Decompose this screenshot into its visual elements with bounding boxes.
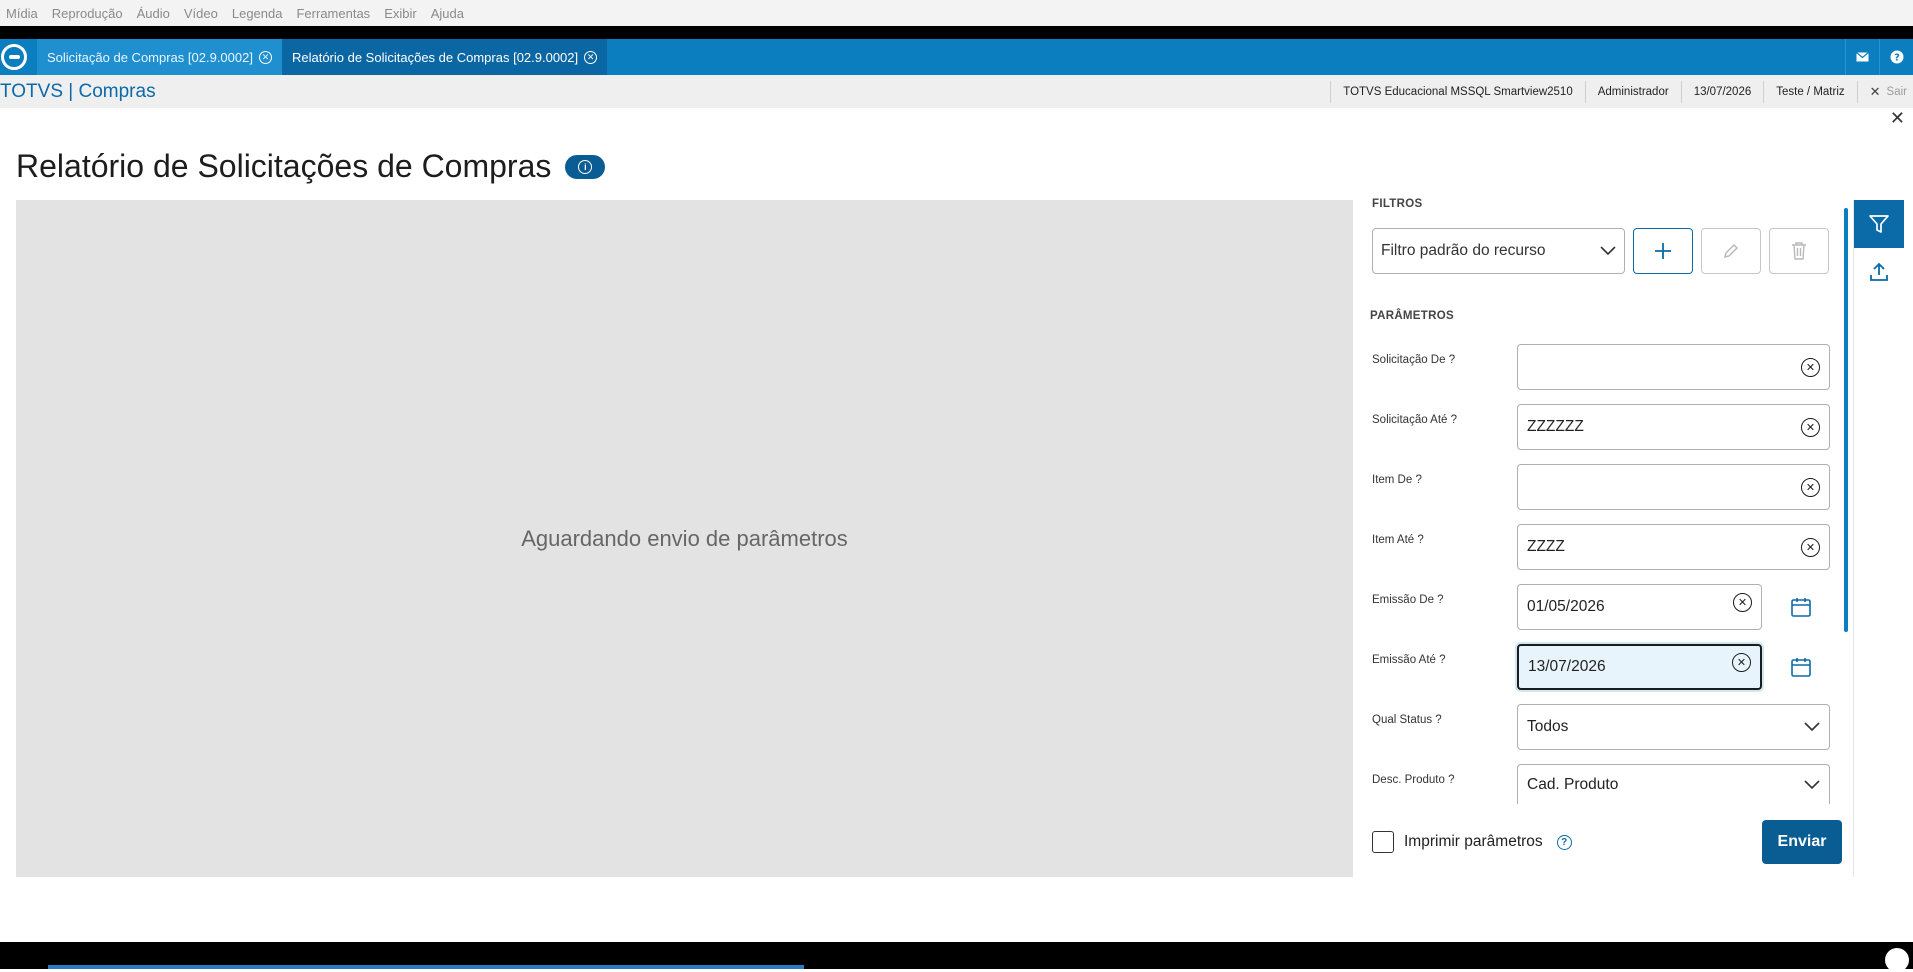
tab-label: Relatório de Solicitações de Compras [02… xyxy=(291,49,579,65)
param-label-emissao-ate: Emissão Até ? xyxy=(1372,654,1446,666)
delete-filter-button[interactable] xyxy=(1769,228,1829,274)
filters-section-title: FILTROS xyxy=(1372,198,1423,210)
menu-exibir[interactable]: Exibir xyxy=(384,6,417,21)
menu-legenda[interactable]: Legenda xyxy=(232,6,283,21)
parameters-section-title: PARÂMETROS xyxy=(1370,310,1454,322)
filter-icon xyxy=(1869,215,1889,233)
panel-footer: Imprimir parâmetros ? Enviar xyxy=(1372,820,1842,864)
preview-message: Aguardando envio de parâmetros xyxy=(521,525,848,551)
close-tab-icon[interactable]: ✕ xyxy=(258,50,272,64)
edit-filter-button[interactable] xyxy=(1701,228,1761,274)
qual-status-select[interactable]: Todos xyxy=(1517,704,1830,750)
param-label-item-ate: Item Até ? xyxy=(1372,534,1424,546)
print-params-checkbox[interactable] xyxy=(1372,831,1394,853)
calendar-icon[interactable] xyxy=(1790,656,1812,678)
tab-bar: Solicitação de Compras [02.9.0002] ✕ Rel… xyxy=(0,39,1913,75)
chat-icon[interactable] xyxy=(1885,948,1909,972)
tab-solicitacao-compras[interactable]: Solicitação de Compras [02.9.0002] ✕ xyxy=(37,39,282,75)
chevron-down-icon xyxy=(1600,246,1616,256)
field-value: Todos xyxy=(1527,718,1569,735)
export-button[interactable] xyxy=(1854,252,1904,292)
clear-icon[interactable]: ✕ xyxy=(1732,652,1751,672)
upload-icon xyxy=(1870,262,1888,281)
menu-ajuda[interactable]: Ajuda xyxy=(431,6,464,21)
svg-text:?: ? xyxy=(1894,53,1900,64)
report-preview: Aguardando envio de parâmetros xyxy=(16,200,1353,877)
field-value: 13/07/2026 xyxy=(1528,658,1606,675)
chevron-down-icon xyxy=(1804,722,1820,732)
totvs-logo-icon[interactable] xyxy=(1,44,27,70)
info-button[interactable]: i xyxy=(565,154,606,179)
black-divider xyxy=(0,26,1913,39)
pencil-icon xyxy=(1723,243,1739,259)
print-params-label: Imprimir parâmetros xyxy=(1404,833,1543,850)
page-title: Relatório de Solicitações de Compras xyxy=(16,148,552,184)
panel-scrollbar[interactable] xyxy=(1844,208,1848,632)
clear-icon[interactable]: ✕ xyxy=(1733,592,1752,612)
field-value: Cad. Produto xyxy=(1527,775,1619,793)
playback-progress[interactable] xyxy=(48,965,804,969)
app-header: TOTVS | Compras TOTVS Educacional MSSQL … xyxy=(0,75,1913,108)
plus-icon xyxy=(1655,243,1671,259)
desc-produto-select[interactable]: Cad. Produto xyxy=(1517,764,1830,804)
emissao-de-input[interactable]: 01/05/2026 ✕ xyxy=(1517,584,1762,630)
page-title-row: Relatório de Solicitações de Compras i xyxy=(16,148,606,185)
param-label-qual-status: Qual Status ? xyxy=(1372,714,1442,726)
tab-label: Solicitação de Compras [02.9.0002] xyxy=(47,49,253,65)
param-label-desc-produto: Desc. Produto ? xyxy=(1372,774,1455,786)
tab-relatorio-solicitacoes[interactable]: Relatório de Solicitações de Compras [02… xyxy=(281,39,608,75)
filter-select[interactable]: Filtro padrão do recurso xyxy=(1372,228,1625,274)
param-label-solicitacao-ate: Solicitação Até ? xyxy=(1372,414,1458,426)
menu-audio[interactable]: Áudio xyxy=(137,6,170,21)
clear-icon[interactable]: ✕ xyxy=(1801,417,1820,437)
branch-label[interactable]: Teste / Matriz xyxy=(1763,80,1856,103)
help-icon[interactable]: ? xyxy=(1556,834,1572,850)
solicitacao-ate-input[interactable]: ZZZZZZ ✕ xyxy=(1517,404,1830,450)
add-filter-button[interactable] xyxy=(1633,228,1693,274)
trash-icon xyxy=(1792,242,1806,260)
close-tab-icon[interactable]: ✕ xyxy=(584,50,598,64)
logout-label: Sair xyxy=(1886,85,1907,98)
side-rail xyxy=(1853,200,1913,877)
environment-label[interactable]: TOTVS Educacional MSSQL Smartview2510 xyxy=(1330,80,1584,103)
submit-button[interactable]: Enviar xyxy=(1762,820,1842,864)
date-label[interactable]: 13/07/2026 xyxy=(1680,80,1764,103)
filter-select-value: Filtro padrão do recurso xyxy=(1381,242,1546,259)
chevron-down-icon xyxy=(1804,779,1820,789)
clear-icon[interactable]: ✕ xyxy=(1801,537,1820,557)
param-label-emissao-de: Emissão De ? xyxy=(1372,594,1444,606)
menu-bar: Mídia Reprodução Áudio Vídeo Legenda Fer… xyxy=(0,0,1913,26)
help-icon[interactable]: ? xyxy=(1879,39,1913,75)
filter-panel-button[interactable] xyxy=(1854,200,1904,248)
clear-icon[interactable]: ✕ xyxy=(1801,477,1820,497)
user-label[interactable]: Administrador xyxy=(1584,80,1681,103)
menu-midia[interactable]: Mídia xyxy=(6,6,38,21)
close-page-icon[interactable]: ✕ xyxy=(1890,108,1905,129)
info-icon: i xyxy=(578,159,593,174)
logout-button[interactable]: ✕ Sair xyxy=(1856,80,1913,103)
parameters-panel: FILTROS Filtro padrão do recurso PARÂMET… xyxy=(1360,198,1846,877)
field-value: 01/05/2026 xyxy=(1527,598,1605,615)
solicitacao-de-input[interactable]: ✕ xyxy=(1517,344,1830,390)
calendar-icon[interactable] xyxy=(1790,596,1812,618)
menu-video[interactable]: Vídeo xyxy=(184,6,218,21)
menu-ferramentas[interactable]: Ferramentas xyxy=(296,6,370,21)
clear-icon[interactable]: ✕ xyxy=(1801,357,1820,377)
mail-icon[interactable] xyxy=(1845,39,1879,75)
field-value: ZZZZZZ xyxy=(1527,418,1584,435)
close-icon: ✕ xyxy=(1869,83,1881,99)
app-title: TOTVS | Compras xyxy=(0,80,156,102)
param-label-solicitacao-de: Solicitação De ? xyxy=(1372,354,1456,366)
emissao-ate-input[interactable]: 13/07/2026 ✕ xyxy=(1517,644,1762,690)
menu-reproducao[interactable]: Reprodução xyxy=(52,6,123,21)
param-label-item-de: Item De ? xyxy=(1372,474,1422,486)
item-ate-input[interactable]: ZZZZ ✕ xyxy=(1517,524,1830,570)
field-value: ZZZZ xyxy=(1527,538,1565,555)
item-de-input[interactable]: ✕ xyxy=(1517,464,1830,510)
